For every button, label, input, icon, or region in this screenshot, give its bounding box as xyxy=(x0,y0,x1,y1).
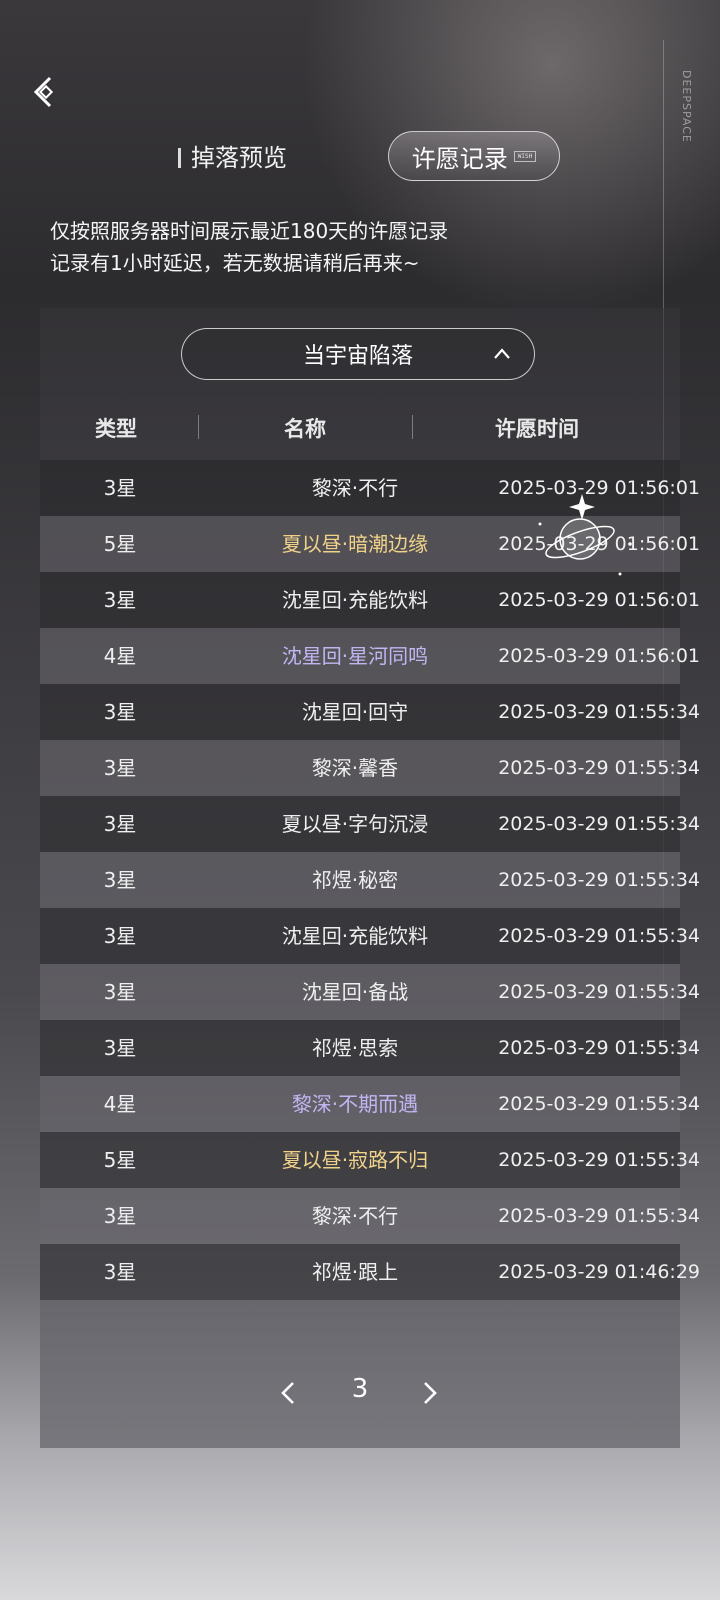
tab-wish-record-label: 许愿记录 xyxy=(411,144,508,173)
tab-wish-record[interactable]: 许愿记录 WISH xyxy=(388,131,560,181)
row-time: 2025-03-29 01:55:34 xyxy=(498,1093,700,1115)
brand-vertical-text: DEEPSPACE xyxy=(680,70,693,143)
row-time: 2025-03-29 01:56:01 xyxy=(498,645,700,667)
row-type: 3星 xyxy=(103,476,137,500)
row-type: 3星 xyxy=(103,924,137,948)
table-row: 5星 夏以昼·寂路不归 2025-03-29 01:55:34 xyxy=(40,1132,700,1188)
table-row: 3星 祁煜·思索 2025-03-29 01:55:34 xyxy=(40,1020,700,1076)
header-divider xyxy=(198,415,199,439)
table-row: 3星 黎深·馨香 2025-03-29 01:55:34 xyxy=(40,740,700,796)
header-time: 许愿时间 xyxy=(495,417,579,441)
row-time: 2025-03-29 01:55:34 xyxy=(498,981,700,1003)
tab-drop-preview[interactable]: 掉落预览 xyxy=(178,140,287,176)
next-page-button[interactable] xyxy=(420,1380,440,1406)
table-row: 3星 祁煜·秘密 2025-03-29 01:55:34 xyxy=(40,852,700,908)
row-type: 4星 xyxy=(103,644,137,668)
row-time: 2025-03-29 01:55:34 xyxy=(498,1205,700,1227)
notice-text: 仅按照服务器时间展示最近180天的许愿记录 记录有1小时延迟，若无数据请稍后再来… xyxy=(50,215,448,279)
table-row: 3星 祁煜·跟上 2025-03-29 01:46:29 xyxy=(40,1244,700,1300)
sparkle-planet-icon xyxy=(538,494,632,576)
tab-wish-record-badge: WISH xyxy=(513,150,537,162)
row-time: 2025-03-29 01:46:29 xyxy=(498,1261,700,1283)
row-type: 3星 xyxy=(103,1204,137,1228)
pool-select-value: 当宇宙陷落 xyxy=(302,344,413,369)
row-type: 4星 xyxy=(103,1092,137,1116)
pool-select-dropdown[interactable]: 当宇宙陷落 xyxy=(181,328,535,380)
back-arrow-icon xyxy=(33,76,54,108)
row-time: 2025-03-29 01:55:34 xyxy=(498,869,700,891)
table-row: 3星 沈星回·回守 2025-03-29 01:55:34 xyxy=(40,684,700,740)
header-type: 类型 xyxy=(95,417,137,441)
tab-marker xyxy=(178,148,181,168)
row-time: 2025-03-29 01:55:34 xyxy=(498,1149,700,1171)
row-type: 3星 xyxy=(103,1260,137,1284)
row-time: 2025-03-29 01:55:34 xyxy=(498,701,700,723)
notice-line-1: 仅按照服务器时间展示最近180天的许愿记录 xyxy=(50,219,449,243)
row-type: 3星 xyxy=(103,1036,137,1060)
tab-drop-preview-label: 掉落预览 xyxy=(191,144,287,172)
row-type: 5星 xyxy=(103,532,137,556)
header-name: 名称 xyxy=(284,417,326,441)
prev-page-button[interactable] xyxy=(278,1380,298,1406)
row-type: 3星 xyxy=(103,588,137,612)
row-time: 2025-03-29 01:55:34 xyxy=(498,925,700,947)
row-time: 2025-03-29 01:55:34 xyxy=(498,1037,700,1059)
table-header: 类型 名称 许愿时间 xyxy=(40,405,680,449)
row-time: 2025-03-29 01:55:34 xyxy=(498,813,700,835)
back-button[interactable] xyxy=(28,72,60,112)
row-type: 3星 xyxy=(103,868,137,892)
row-type: 3星 xyxy=(103,756,137,780)
notice-line-2: 记录有1小时延迟，若无数据请稍后再来~ xyxy=(50,251,420,275)
table-row: 4星 黎深·不期而遇 2025-03-29 01:55:34 xyxy=(40,1076,700,1132)
row-type: 3星 xyxy=(103,980,137,1004)
table-row: 3星 沈星回·备战 2025-03-29 01:55:34 xyxy=(40,964,700,1020)
chevron-up-icon xyxy=(494,348,510,359)
table-row: 3星 夏以昼·字句沉浸 2025-03-29 01:55:34 xyxy=(40,796,700,852)
table-row: 4星 沈星回·星河同鸣 2025-03-29 01:56:01 xyxy=(40,628,700,684)
page-number: 3 xyxy=(351,1374,369,1404)
pagination: 3 xyxy=(0,1372,720,1412)
row-type: 5星 xyxy=(103,1148,137,1172)
table-row: 3星 黎深·不行 2025-03-29 01:55:34 xyxy=(40,1188,700,1244)
row-type: 3星 xyxy=(103,700,137,724)
row-type: 3星 xyxy=(103,812,137,836)
table-row: 3星 沈星回·充能饮料 2025-03-29 01:55:34 xyxy=(40,908,700,964)
row-time: 2025-03-29 01:55:34 xyxy=(498,757,700,779)
header-divider xyxy=(412,415,413,439)
